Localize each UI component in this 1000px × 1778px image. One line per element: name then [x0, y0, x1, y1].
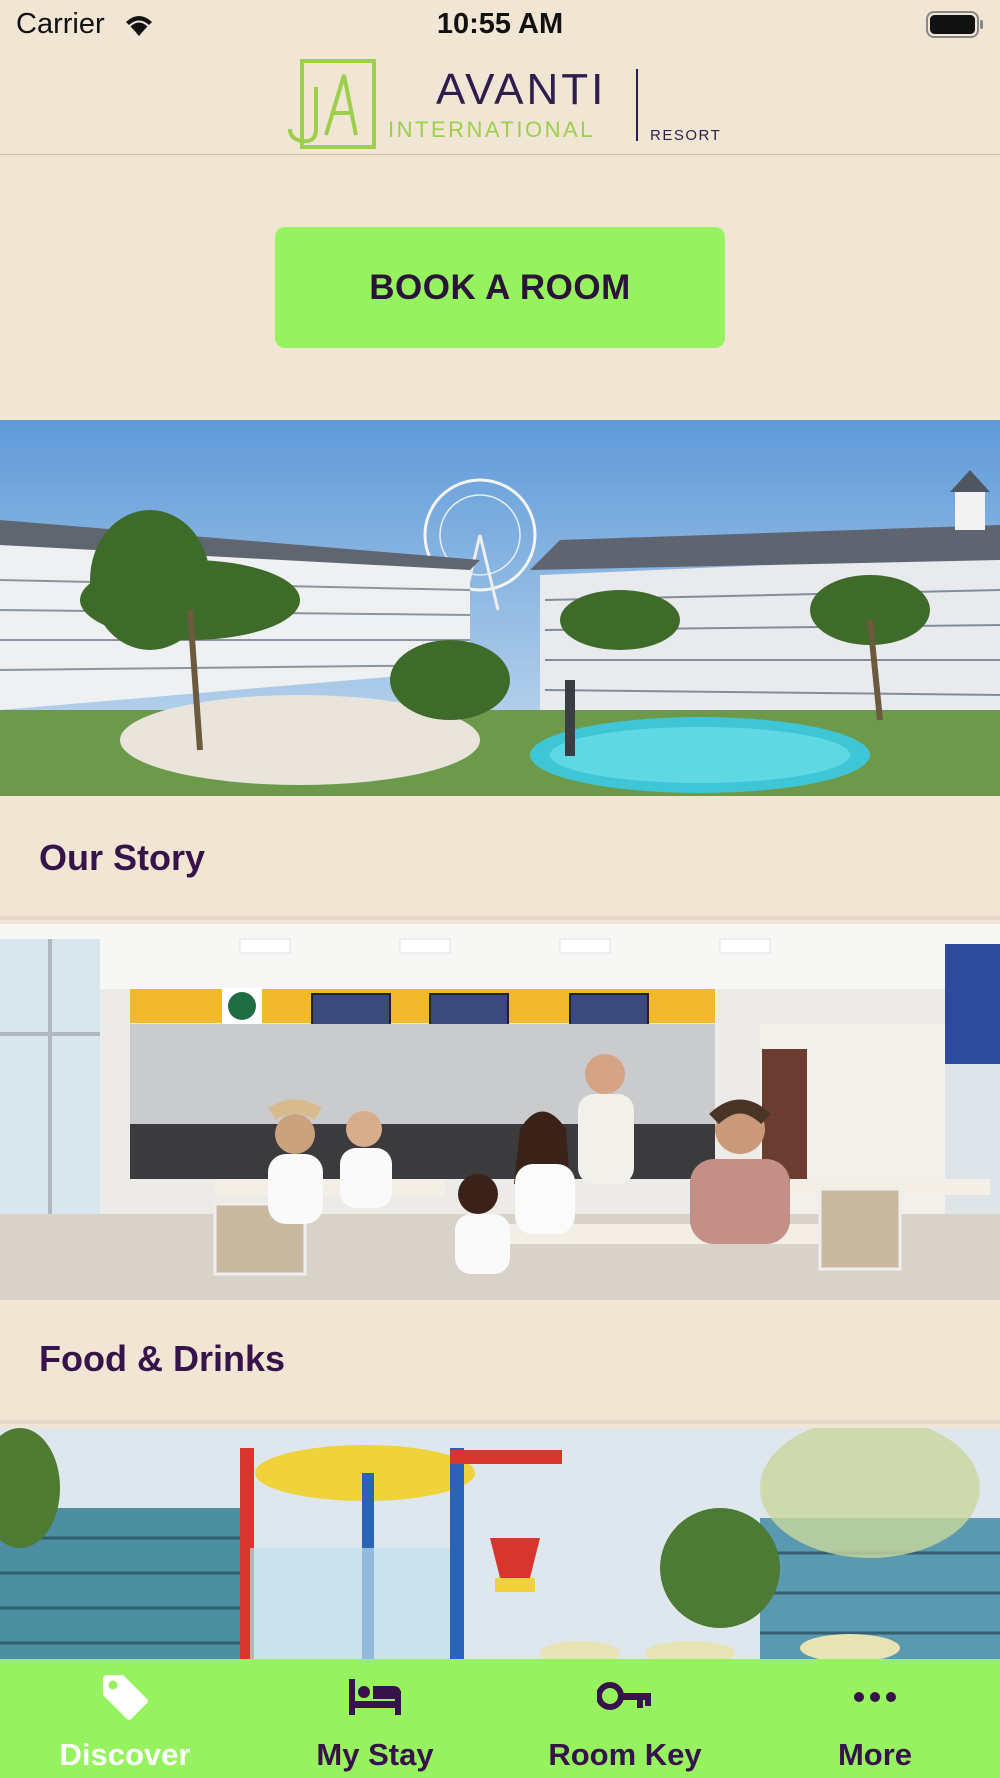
app-header: AVANTI INTERNATIONAL RESORT: [0, 50, 1000, 155]
logo-mark-icon: [288, 59, 376, 149]
card-title: Our Story: [39, 837, 206, 878]
tab-room-key[interactable]: Room Key: [500, 1659, 750, 1778]
app-screen: Carrier 10:55 AM AVANTI INTERNATIONAL RE…: [0, 0, 1000, 1778]
tag-icon: [97, 1673, 153, 1721]
tab-label: Room Key: [548, 1737, 702, 1772]
book-room-button[interactable]: BOOK A ROOM: [275, 227, 725, 348]
tab-label: More: [837, 1737, 913, 1772]
tab-more[interactable]: More: [750, 1659, 1000, 1778]
key-icon: [597, 1673, 653, 1721]
feed-card-water-park[interactable]: [0, 1428, 1000, 1659]
logo-divider: [636, 69, 638, 141]
card-separator: [0, 916, 1000, 920]
battery-icon: [926, 11, 983, 38]
tab-my-stay[interactable]: My Stay: [250, 1659, 500, 1778]
status-bar: Carrier 10:55 AM: [0, 0, 1000, 50]
avanti-logo: AVANTI INTERNATIONAL RESORT: [286, 55, 720, 155]
cafe-dining-family-photo: [0, 924, 1000, 1300]
tab-label: Discover: [59, 1737, 191, 1772]
tab-discover[interactable]: Discover: [0, 1659, 250, 1778]
logo-subtitle: INTERNATIONAL: [388, 117, 595, 142]
feed-card-food-drinks[interactable]: Food & Drinks: [0, 924, 1000, 1424]
card-title: Food & Drinks: [39, 1338, 286, 1379]
tab-label: My Stay: [316, 1737, 434, 1772]
logo-tag: RESORT: [650, 127, 722, 144]
tab-bar: Discover My Stay Room Key More: [0, 1659, 1000, 1778]
water-park-splash-photo: [0, 1428, 1000, 1659]
resort-pool-aerial-photo: [0, 420, 1000, 796]
feed-card-our-story[interactable]: Our Story: [0, 420, 1000, 920]
clock: 10:55 AM: [436, 8, 564, 40]
logo-name: AVANTI: [436, 65, 607, 114]
bed-icon: [347, 1673, 403, 1721]
card-separator: [0, 1420, 1000, 1424]
more-icon: [847, 1673, 903, 1721]
